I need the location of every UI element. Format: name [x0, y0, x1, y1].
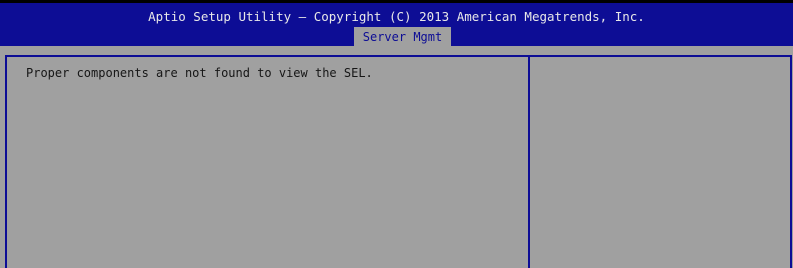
bios-title: Aptio Setup Utility – Copyright (C) 2013… — [148, 9, 645, 24]
sel-status-message: Proper components are not found to view … — [26, 66, 373, 80]
tab-server-mgmt[interactable]: Server Mgmt — [354, 27, 451, 48]
help-panel-divider — [528, 55, 530, 268]
header-bar: Aptio Setup Utility – Copyright (C) 2013… — [0, 0, 793, 48]
main-panel-frame — [5, 55, 792, 268]
